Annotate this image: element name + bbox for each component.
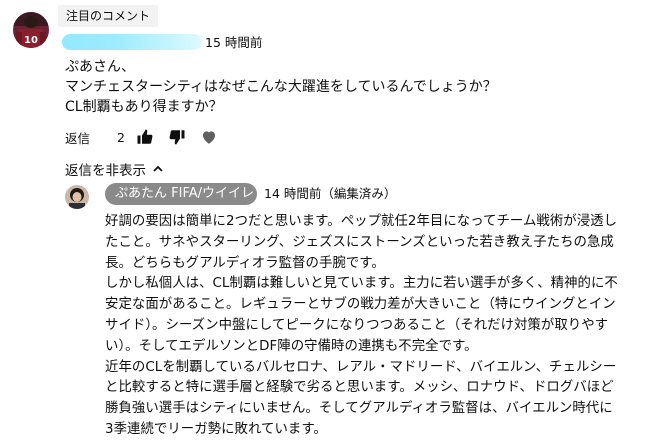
reply-line: 近年のCLを制覇しているバルセロナ、レアル・マドリード、バイエルン、チェルシー <box>105 359 617 375</box>
reply-line: サイド）。シーズン中盤にしてピークになりつつあること（それだけ対策が取りやす <box>105 317 609 333</box>
avatar-number: 10 <box>24 35 38 46</box>
reply-line: 安定な面があること。レギュラーとサブの戦力差が大きいこと（特にウイングとイン <box>105 297 616 313</box>
hide-replies-label: 返信を非表示 <box>65 163 146 179</box>
reply-line: 長。どちらもグアルディオラ監督の手腕です。 <box>105 255 385 271</box>
avatar[interactable]: 10 <box>13 12 49 48</box>
pinned-badge: 注目のコメント <box>58 5 159 27</box>
reply-timestamp[interactable]: 14 時間前（編集済み） <box>264 185 396 203</box>
reply-line: と比較すると特に選手層と経験で劣ると思います。メッシ、ロナウド、ドログバほど <box>105 380 614 396</box>
reply-avatar[interactable] <box>65 185 89 209</box>
reply-author-badge[interactable]: ぷあたん FIFA/ウイイレ <box>105 183 257 205</box>
reply-line: たこと。サネやスターリング、ジェズスにストーンズといった若き教え子たちの急成 <box>105 234 614 250</box>
comment-line: CL制覇もあり得ますか？ <box>65 99 223 115</box>
reply-line: 好調の要因は簡単に2つだと思います。ペップ就任2年目になってチーム戦術が浸透し <box>105 214 618 229</box>
reply-avatar-image <box>65 185 89 209</box>
comment-line: ぷあさん、 <box>65 59 135 75</box>
reply-button[interactable]: 返信 <box>65 128 105 147</box>
reply-line: 3季連続でリーガ勢に敗れています。 <box>105 421 327 437</box>
reply-line: 勝負強い選手はシティにいません。そしてグアルディオラ監督は、バイエルン時代に <box>105 401 613 417</box>
creator-heart-button[interactable] <box>197 125 221 149</box>
comment-line: マンチェスターシティはなぜこんな大躍進をしているんでしょうか？ <box>65 79 497 95</box>
comment-thread: 10 注目のコメント 15 時間前 ぷあさん、 マンチェスターシティはなぜこんな… <box>0 0 654 437</box>
heart-icon <box>203 131 215 144</box>
like-button[interactable] <box>133 125 157 149</box>
thumbs-up-filled-icon <box>137 129 153 144</box>
reply-body: 好調の要因は簡単に2つだと思います。ペップ就任2年目になってチーム戦術が浸透し … <box>105 212 645 441</box>
comment-actions: 返信 2 <box>65 125 221 149</box>
author-name-redacted[interactable] <box>62 34 202 50</box>
chevron-up-icon <box>153 165 163 172</box>
like-count: 2 <box>117 129 125 145</box>
thumbs-down-filled-icon <box>169 130 185 145</box>
reply-line: い）。そしてエデルソンとDF陣の守備時の連携も不完全です。 <box>105 338 478 354</box>
dislike-button[interactable] <box>165 125 189 149</box>
avatar-image: 10 <box>13 12 49 48</box>
comment-body: ぷあさん、 マンチェスターシティはなぜこんな大躍進をしているんでしょうか？ CL… <box>65 57 625 117</box>
reply-line: しかし私個人は、CL制覇は難しいと見ています。主力に若い選手が多く、精神的に不 <box>105 276 618 292</box>
comment-timestamp[interactable]: 15 時間前 <box>205 34 262 52</box>
hide-replies-button[interactable]: 返信を非表示 <box>65 159 164 179</box>
